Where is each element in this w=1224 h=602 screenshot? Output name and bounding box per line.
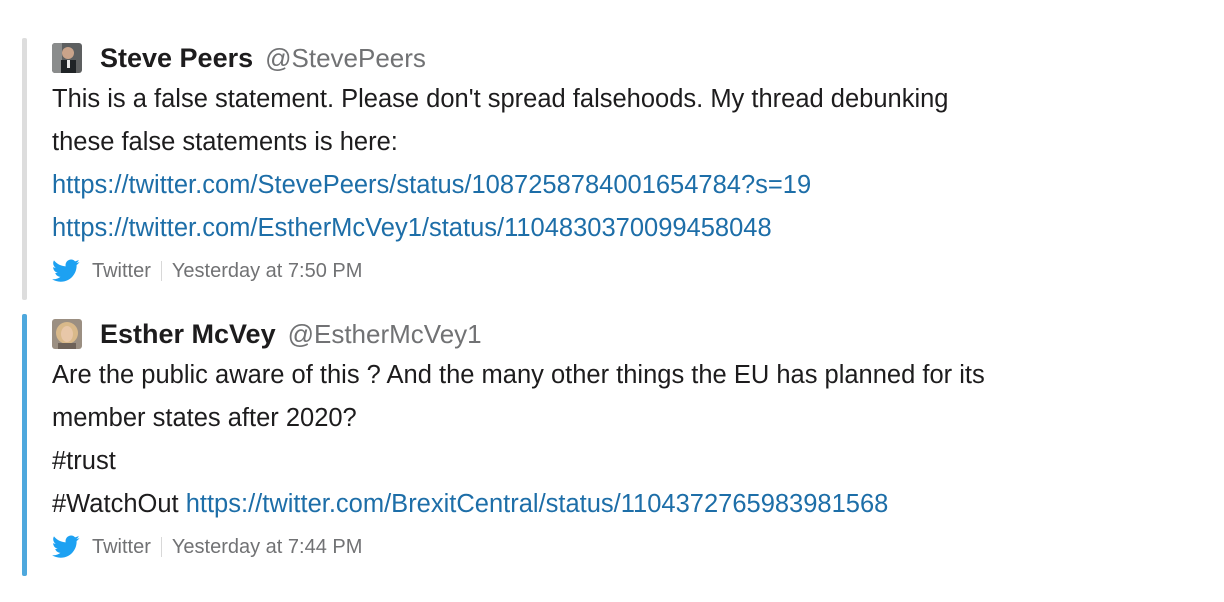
- text-line: This is a false statement. Please don't …: [52, 85, 949, 113]
- text-line: Are the public aware of this ? And the m…: [52, 361, 985, 389]
- author-handle[interactable]: @EstherMcVey1: [288, 319, 482, 350]
- attachment-author: Steve Peers @StevePeers: [52, 40, 1202, 76]
- author-name[interactable]: Esther McVey: [100, 319, 276, 350]
- text-line: these false statements is here:: [52, 128, 398, 156]
- tweet-link[interactable]: https://twitter.com/StevePeers/status/10…: [52, 164, 1202, 207]
- text-line: member states after 2020?: [52, 404, 357, 432]
- attachment-footer: Twitter Yesterday at 7:50 PM: [52, 254, 1202, 288]
- footer-source[interactable]: Twitter: [92, 260, 151, 283]
- avatar[interactable]: [52, 43, 82, 73]
- attachment-color-bar: [22, 38, 27, 300]
- hashtag-watchout[interactable]: #WatchOut: [52, 490, 179, 518]
- footer-timestamp[interactable]: Yesterday at 7:44 PM: [172, 536, 363, 559]
- avatar[interactable]: [52, 319, 82, 349]
- attachment-text: This is a false statement. Please don't …: [52, 78, 1202, 250]
- author-handle[interactable]: @StevePeers: [265, 43, 426, 74]
- author-name[interactable]: Steve Peers: [100, 43, 253, 74]
- attachment-footer: Twitter Yesterday at 7:44 PM: [52, 530, 1202, 564]
- footer-divider: [160, 537, 162, 557]
- text-line: #WatchOut https://twitter.com/BrexitCent…: [52, 483, 1202, 526]
- tweet-attachment-esther-mcvey: Esther McVey @EstherMcVey1 Are the publi…: [22, 314, 1202, 576]
- attachment-color-bar: [22, 314, 27, 576]
- attachment-text: Are the public aware of this ? And the m…: [52, 354, 1202, 526]
- twitter-bird-icon: [52, 259, 80, 282]
- tweet-attachment-steve-peers: Steve Peers @StevePeers This is a false …: [22, 38, 1202, 300]
- attachment-author: Esther McVey @EstherMcVey1: [52, 316, 1202, 352]
- hashtag-trust[interactable]: #trust: [52, 440, 1202, 483]
- twitter-bird-icon: [52, 535, 80, 558]
- tweet-link[interactable]: https://twitter.com/BrexitCentral/status…: [186, 490, 889, 518]
- tweet-link[interactable]: https://twitter.com/EstherMcVey1/status/…: [52, 207, 1202, 250]
- footer-timestamp[interactable]: Yesterday at 7:50 PM: [172, 260, 363, 283]
- footer-source[interactable]: Twitter: [92, 536, 151, 559]
- footer-divider: [160, 261, 162, 281]
